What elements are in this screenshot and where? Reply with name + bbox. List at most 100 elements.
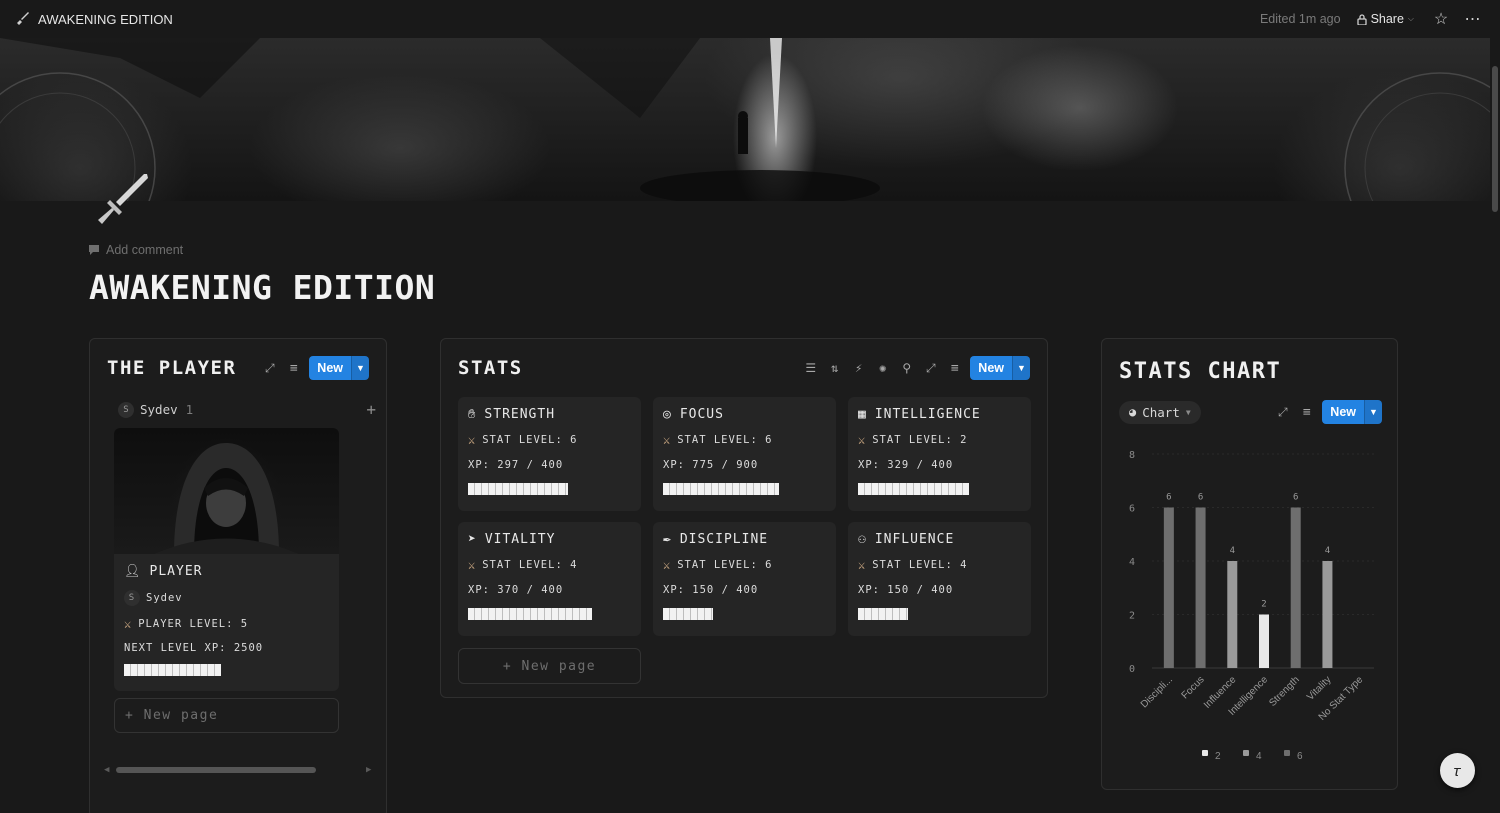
search-icon: ⚲ [902,361,912,375]
top-bar: AWAKENING EDITION Edited 1m ago Share ⌵ … [0,0,1500,38]
legend-label: 4 [1256,751,1262,762]
scroll-right-icon[interactable]: ▶ [366,765,371,775]
add-comment-label: Add comment [106,243,184,257]
player-card[interactable]: 👤︎ PLAYER S Sydev ⚔ PLAYER LEVEL: 5 NEXT… [114,428,339,691]
breadcrumb[interactable]: AWAKENING EDITION [16,12,173,27]
settings-button[interactable]: ≡ [285,360,302,377]
y-tick-label: 6 [1129,504,1135,515]
stat-xp: XP: 150 / 400 [858,584,954,596]
expand-button[interactable]: ⤢ [922,360,939,377]
stats-heading[interactable]: STATS [458,357,523,379]
page-icon[interactable] [92,170,152,230]
ellipsis-icon: ⋯ [1464,11,1482,28]
stat-xp: XP: 329 / 400 [858,459,954,471]
stat-card-discipline[interactable]: ✒ DISCIPLINE ⚔ STAT LEVEL: 6 XP: 150 / 400 [653,522,836,636]
stat-name: VITALITY [484,532,556,547]
stat-card-influence[interactable]: ⚇ INFLUENCE ⚔ STAT LEVEL: 4 XP: 150 / 400 [848,522,1031,636]
share-button[interactable]: Share ⌵ [1351,9,1420,29]
lock-icon [1356,13,1367,25]
help-icon: 𝜏 [1453,761,1462,780]
chevron-down-icon[interactable]: ▼ [351,356,369,380]
edited-timestamp: Edited 1m ago [1259,12,1341,26]
card-title: 👤︎ PLAYER [124,564,329,579]
more-options-button[interactable]: ⋯ [1462,8,1484,30]
y-tick-label: 8 [1129,450,1135,461]
xp-progress-bar [858,608,908,620]
player-cover-image [114,428,339,554]
data-label: 2 [1261,600,1266,610]
search-button[interactable]: ⚲ [898,360,915,377]
stat-card-intelligence[interactable]: ▦ INTELLIGENCE ⚔ STAT LEVEL: 2 XP: 329 / 4… [848,397,1031,511]
favorite-button[interactable]: ☆ [1430,8,1452,30]
automation-button[interactable]: ⚡︎ [850,360,867,377]
stats-new-button[interactable]: New ▼ [970,356,1030,380]
x-tick-label: Strength [1267,674,1302,709]
hooded-figure-art [154,443,299,554]
person-icon: 👤︎ [124,564,142,579]
page-scrollbar[interactable] [1492,66,1498,212]
add-comment-button[interactable]: Add comment [88,243,183,257]
new-page-button[interactable]: + New page [458,648,641,684]
chevron-down-icon: ⌵ [1407,14,1414,23]
owner-name: Sydev [146,592,183,604]
chevron-down-icon[interactable]: ▼ [1012,356,1030,380]
stat-level-row: ⚔ STAT LEVEL: 4 [468,558,631,572]
data-label: 6 [1198,493,1203,503]
data-label: 4 [1325,546,1330,556]
new-page-button[interactable]: + New page [114,698,339,733]
stat-level: STAT LEVEL: 4 [482,559,578,571]
stat-name: STRENGTH [484,407,556,422]
target-icon: ◎ [663,407,672,422]
new-label: New [309,356,351,380]
stat-xp: XP: 775 / 900 [663,459,759,471]
crossed-swords-icon: ⚔ [663,558,672,572]
group-count: 1 [185,402,194,417]
y-tick-label: 0 [1129,664,1135,675]
cover-art [0,38,1490,201]
crossed-swords-icon: ⚔ [468,433,477,447]
chart-bar [1290,507,1301,668]
sword-icon [98,174,148,224]
y-tick-label: 2 [1129,611,1135,622]
sparkle-icon: ✺ [879,361,887,375]
stat-card-focus[interactable]: ◎ FOCUS ⚔ STAT LEVEL: 6 XP: 775 / 900 [653,397,836,511]
new-label: New [970,356,1012,380]
crossed-swords-icon: ⚔ [468,558,477,572]
stats-chart-panel: STATS CHART ◕ Chart ▼ ⤢ ≡ New ▼ 0 2 4 6 8 6 Di… [1101,338,1398,790]
player-card-title: PLAYER [149,564,203,579]
horizontal-scrollbar[interactable] [116,767,316,773]
chart-bar [1259,614,1269,668]
ai-button[interactable]: ✺ [874,360,891,377]
page-title[interactable]: AWAKENING EDITION [89,268,435,307]
legend-label: 2 [1215,751,1221,762]
expand-button[interactable]: ⤢ [261,360,278,377]
y-tick-label: 4 [1129,557,1135,568]
card-title: ➤ VITALITY [468,532,631,547]
star-icon: ☆ [1433,11,1449,28]
sliders-icon: ≡ [289,360,298,376]
lightning-icon: ⚡︎ [855,361,863,375]
crossed-swords-icon: ⚔ [124,617,133,631]
avatar: S [118,401,134,418]
sort-button[interactable]: ⇅ [826,360,843,377]
player-new-button[interactable]: New ▼ [309,356,369,380]
running-icon: ➤ [468,532,477,547]
player-level-row: ⚔ PLAYER LEVEL: 5 [124,617,329,631]
stat-name: INFLUENCE [874,532,955,547]
stat-card-strength[interactable]: ✋︎ STRENGTH ⚔ STAT LEVEL: 6 XP: 297 / 400 [458,397,641,511]
settings-button[interactable]: ≡ [946,360,963,377]
share-label: Share [1370,12,1404,26]
scroll-left-icon[interactable]: ◀ [104,765,109,775]
player-heading[interactable]: THE PLAYER [107,357,236,379]
data-label: 6 [1293,493,1298,503]
sword-icon: ✒ [663,532,672,547]
help-button[interactable]: 𝜏 [1440,753,1475,788]
stat-card-vitality[interactable]: ➤ VITALITY ⚔ STAT LEVEL: 4 XP: 370 / 400 [458,522,641,636]
stat-level: STAT LEVEL: 6 [677,559,773,571]
stat-level: STAT LEVEL: 2 [872,434,968,446]
group-name: Sydev [140,402,178,417]
stat-xp: XP: 150 / 400 [663,584,759,596]
add-card-button[interactable]: + [366,400,376,419]
fist-icon: ✋︎ [468,407,477,422]
filter-button[interactable]: ☰ [802,360,819,377]
